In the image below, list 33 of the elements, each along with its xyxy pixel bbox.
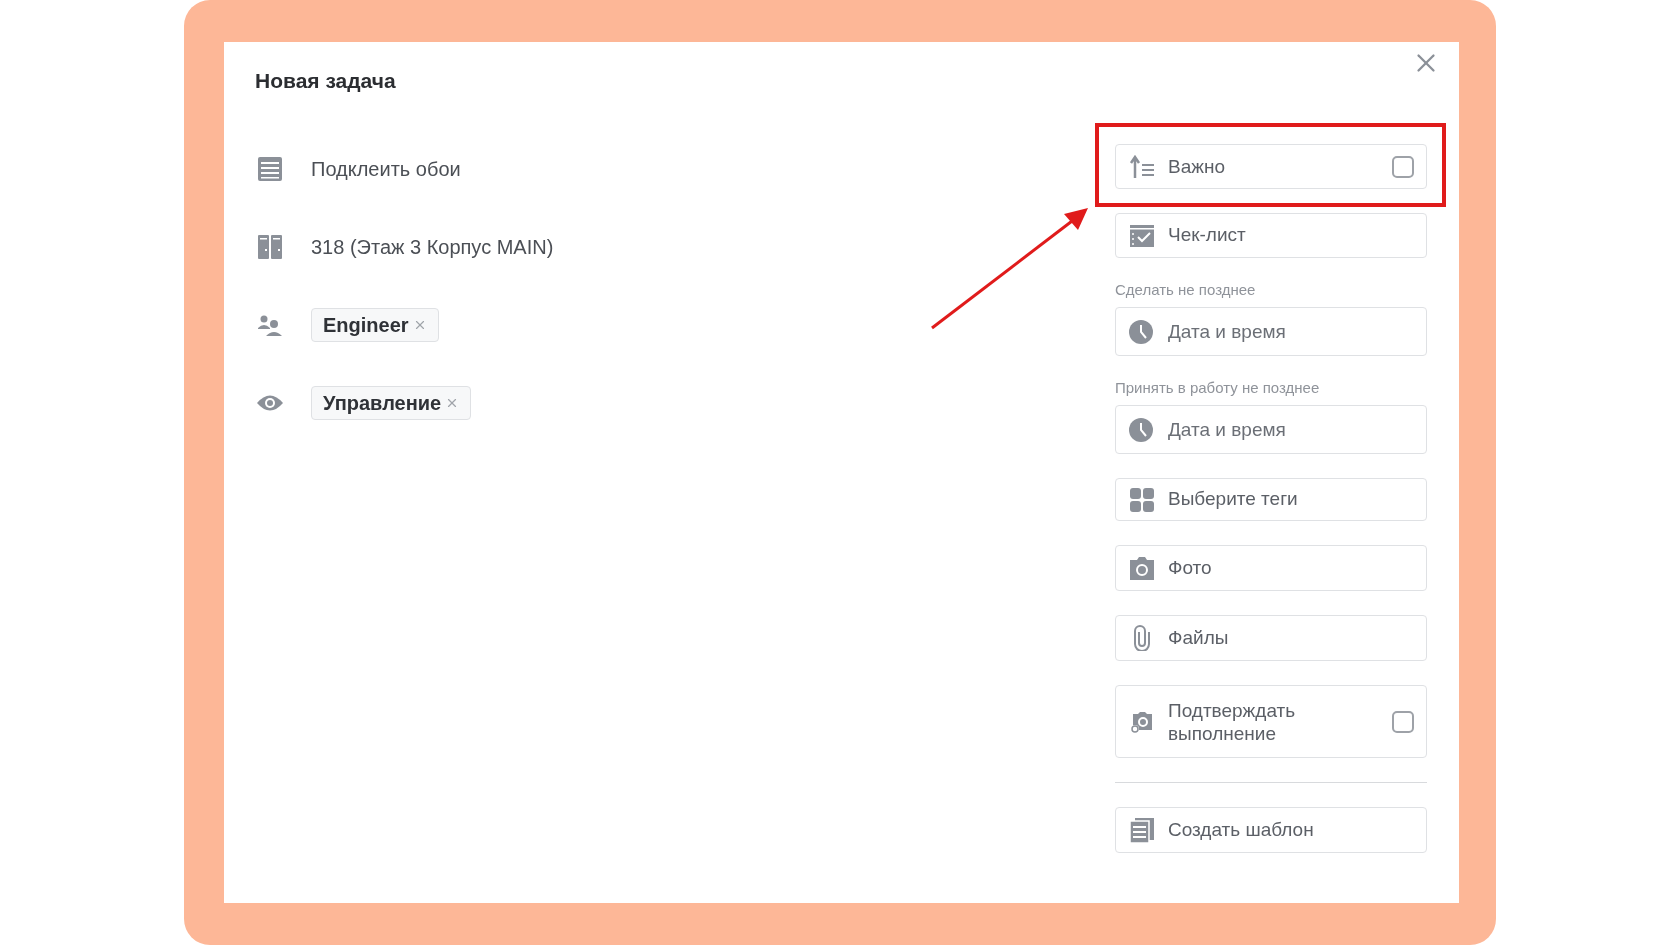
- option-button[interactable]: Файлы: [1115, 615, 1427, 661]
- template-icon: [1129, 817, 1155, 843]
- clock-icon: [1128, 417, 1154, 443]
- create-template-button[interactable]: Создать шаблон: [1115, 807, 1427, 853]
- clock-icon: [1128, 319, 1154, 345]
- checkbox[interactable]: [1392, 155, 1414, 178]
- date-time-field[interactable]: Дата и время: [1115, 307, 1427, 356]
- date-time-field[interactable]: Дата и время: [1115, 405, 1427, 454]
- field-label: Принять в работу не позднее: [1115, 380, 1321, 396]
- list-icon: [257, 156, 283, 182]
- people-icon: [257, 314, 283, 336]
- field-label: Сделать не позднее: [1115, 282, 1257, 298]
- tag-chip[interactable]: Engineer: [311, 308, 439, 342]
- camera-icon: [1129, 555, 1155, 581]
- paperclip-icon: [1133, 625, 1151, 651]
- option-button[interactable]: Выберите теги: [1115, 478, 1427, 521]
- detail-text: Подклеить обои: [311, 157, 461, 182]
- checklist-icon: [1129, 223, 1155, 248]
- detail-text: 318 (Этаж 3 Корпус MAIN): [311, 235, 554, 260]
- option-label: Важно: [1168, 155, 1226, 178]
- option-row[interactable]: Важно: [1115, 144, 1427, 189]
- checkbox[interactable]: [1392, 710, 1414, 733]
- option-row[interactable]: Подтверждать выполнение: [1115, 685, 1427, 758]
- confirm-icon: [1130, 709, 1154, 734]
- option-button[interactable]: Чек-лист: [1115, 213, 1427, 258]
- building-icon: [257, 234, 283, 260]
- grid-icon: [1129, 486, 1155, 513]
- eye-icon: [256, 394, 284, 412]
- option-button[interactable]: Фото: [1115, 545, 1427, 591]
- option-label: Подтверждать выполнение: [1168, 698, 1297, 745]
- sort-icon: [1129, 154, 1155, 179]
- tag-chip[interactable]: Управление: [311, 386, 472, 420]
- dialog-title: Новая задача: [255, 68, 397, 94]
